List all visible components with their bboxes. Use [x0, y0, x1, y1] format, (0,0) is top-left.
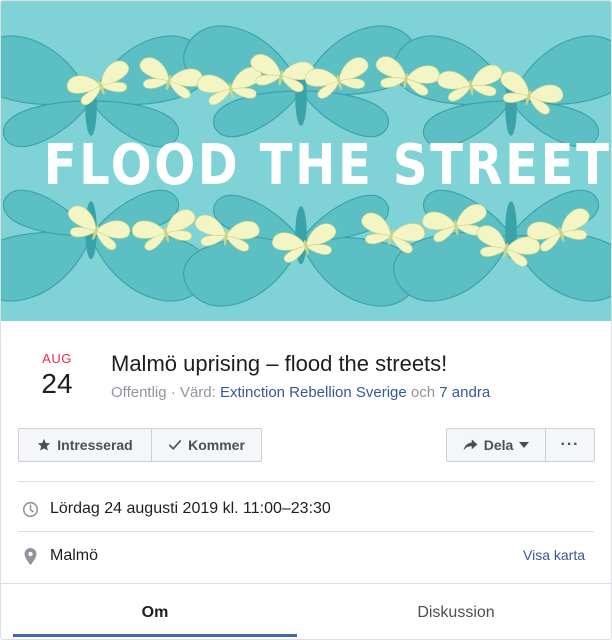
tab-about-label: Om: [141, 603, 169, 621]
share-label: Dela: [483, 437, 514, 453]
tab-about[interactable]: Om: [13, 584, 297, 639]
cover-title: FLOOD THE STREETS: [43, 133, 611, 198]
going-button[interactable]: Kommer: [151, 428, 262, 462]
checkmark-icon: [168, 438, 182, 452]
share-button[interactable]: Dela: [446, 428, 546, 462]
privacy-label: Offentlig: [111, 384, 167, 401]
event-time-text: Lördag 24 augusti 2019 kl. 11:00–23:30: [50, 500, 331, 517]
event-cover-image[interactable]: FLOOD THE STREETS: [1, 1, 611, 321]
event-card: FLOOD THE STREETS AUG 24 Malmö uprising …: [0, 0, 612, 640]
star-icon: [37, 438, 51, 452]
host-label: Värd:: [179, 384, 220, 401]
event-location-text[interactable]: Malmö: [50, 547, 98, 565]
meta-separator: ·: [166, 384, 180, 401]
show-map-link[interactable]: Visa karta: [523, 547, 585, 563]
event-time-row: Lördag 24 augusti 2019 kl. 11:00–23:30: [18, 497, 331, 521]
clock-icon: [18, 501, 42, 518]
tab-discussion[interactable]: Diskussion: [311, 584, 601, 639]
location-pin-icon: [18, 547, 42, 565]
interested-label: Intresserad: [57, 437, 133, 453]
interested-button[interactable]: Intresserad: [18, 428, 152, 462]
event-date-month: AUG: [42, 351, 72, 366]
event-title: Malmö uprising – flood the streets!: [111, 351, 448, 376]
and-word: och: [406, 384, 440, 401]
event-date-day: 24: [41, 368, 73, 399]
event-meta: Offentlig · Värd: Extinction Rebellion S…: [111, 384, 490, 401]
event-tabs: Om Diskussion: [1, 583, 611, 639]
tab-discussion-label: Diskussion: [417, 603, 495, 621]
other-hosts-link[interactable]: 7 andra: [439, 384, 490, 401]
host-link[interactable]: Extinction Rebellion Sverige: [220, 384, 407, 401]
more-options-button[interactable]: ···: [545, 428, 595, 462]
event-location-row: Malmö: [18, 544, 98, 568]
going-label: Kommer: [188, 437, 245, 453]
divider: [18, 531, 594, 532]
more-options-icon: ···: [560, 436, 580, 453]
caret-down-icon: [519, 442, 530, 448]
event-date: AUG 24: [33, 351, 81, 400]
divider: [18, 481, 594, 482]
share-arrow-icon: [463, 438, 478, 452]
